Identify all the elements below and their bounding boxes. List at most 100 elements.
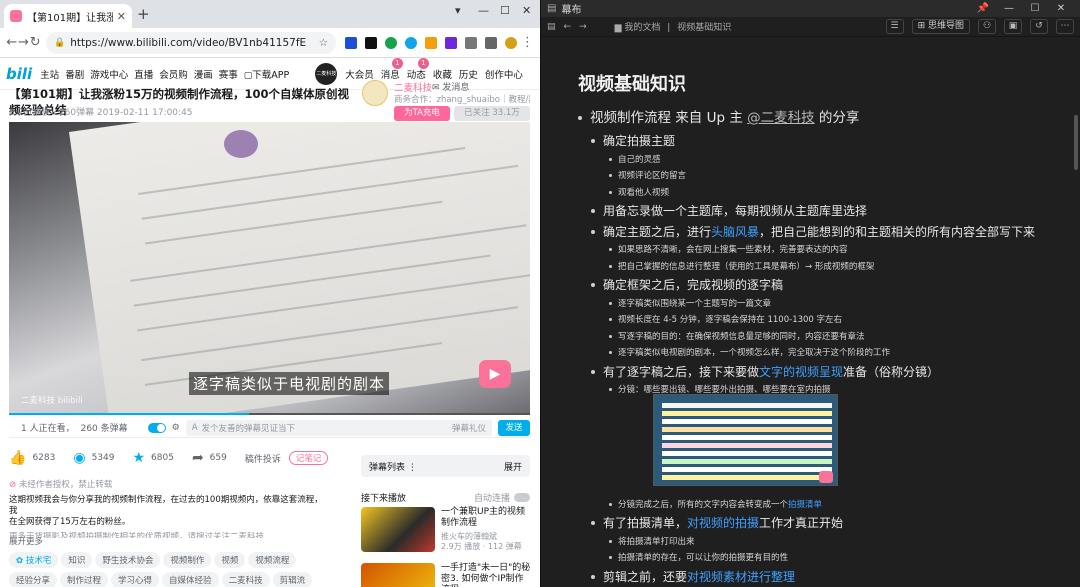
outline-item[interactable]: 用备忘录做一个主题库，每期视频从主题库里选择: [578, 202, 1068, 223]
outline-item[interactable]: 观看他人视频: [578, 186, 1068, 203]
bookmark-icon[interactable]: [485, 36, 498, 49]
favorite-button[interactable]: ★ 6805: [132, 450, 173, 466]
url-field[interactable]: 🔒 https://www.bilibili.com/video/BV1nb41…: [46, 31, 337, 54]
outline-item[interactable]: 有了拍摄清单，对视频的拍摄工作才真正开始: [578, 514, 1068, 535]
extension-icon[interactable]: [385, 36, 398, 49]
nav-game[interactable]: 游戏中心: [90, 67, 128, 81]
nav-favorites[interactable]: 收藏: [433, 67, 452, 81]
tag[interactable]: 视频: [214, 552, 246, 568]
danmaku-list-panel[interactable]: 弹幕列表 ⋮ 展开: [361, 455, 530, 477]
follow-button[interactable]: 已关注 33.1万: [454, 106, 530, 121]
danmaku-toggle[interactable]: [147, 422, 166, 433]
forward-icon[interactable]: →: [579, 22, 587, 32]
nav-dynamics[interactable]: 动态 1: [407, 57, 429, 81]
progress-bar[interactable]: [9, 413, 530, 415]
reload-icon[interactable]: ↻: [29, 35, 41, 50]
outline-link[interactable]: @二麦科技: [747, 110, 815, 126]
back-icon[interactable]: ←: [564, 22, 572, 32]
outline-link[interactable]: 拍摄清单: [788, 500, 822, 510]
coin-button[interactable]: ◉ 5349: [73, 450, 114, 466]
recommended-video[interactable]: 一手打造"未一日"的秘密3. 如何做个IP制作流程: [361, 563, 530, 587]
extension-icon[interactable]: [405, 36, 418, 49]
more-icon[interactable]: ⋯: [1056, 19, 1074, 34]
nav-creator-center[interactable]: 创作中心: [485, 67, 523, 81]
outline-item[interactable]: 写逐字稿的目的：在确保视频信息量足够的同时，内容还要有章法: [578, 330, 1068, 347]
tag[interactable]: 制作过程: [60, 572, 109, 587]
new-tab-icon[interactable]: +: [137, 5, 150, 23]
outline-link[interactable]: 对视频素材进行整理: [687, 570, 795, 584]
charge-button[interactable]: 为TA充电: [394, 106, 450, 121]
send-danmaku-button[interactable]: 发送: [498, 419, 530, 436]
nav-download-app[interactable]: ▢下载APP: [244, 67, 289, 81]
outline-link[interactable]: 头脑风暴: [711, 225, 759, 239]
outline-item[interactable]: 确定拍摄主题: [578, 132, 1068, 153]
forward-icon[interactable]: →: [18, 35, 30, 50]
bilibili-logo[interactable]: bili: [6, 65, 32, 83]
tag[interactable]: 视频制作: [163, 552, 212, 568]
minimize-icon[interactable]: —: [996, 3, 1022, 14]
back-icon[interactable]: ←: [6, 35, 18, 50]
star-icon[interactable]: ☆: [319, 37, 328, 49]
tag[interactable]: 经验分享: [9, 572, 58, 587]
breadcrumb-doc[interactable]: 视频基础知识: [677, 23, 731, 33]
tag[interactable]: 自媒体经验: [162, 572, 219, 587]
uploader-name[interactable]: 二麦科技: [394, 80, 432, 94]
danmaku-settings-icon[interactable]: ⚙: [172, 423, 180, 433]
history-icon[interactable]: ↺: [1030, 19, 1048, 34]
expand-danmaku-list[interactable]: 展开: [504, 460, 522, 473]
outline-item[interactable]: 如果思路不清晰，会在网上搜集一些素材，完善要表达的内容: [578, 243, 1068, 260]
uploader-avatar[interactable]: [362, 80, 388, 106]
mindmap-button[interactable]: ⊞ 思维导图: [911, 19, 970, 34]
extension-icon[interactable]: [425, 36, 438, 49]
more-menu-icon[interactable]: ⋮: [521, 35, 534, 50]
video-player[interactable]: 逐字稿类似于电视剧的剧本 二麦科技 bilibili ▶: [9, 122, 530, 415]
tag[interactable]: 知识: [61, 552, 93, 568]
extensions-puzzle-icon[interactable]: [465, 36, 478, 49]
close-window-icon[interactable]: ✕: [1048, 3, 1074, 14]
danmaku-input[interactable]: A 发个友善的弹幕见证当下 弹幕礼仪: [185, 419, 492, 436]
pin-icon[interactable]: 📌: [970, 3, 996, 14]
note-button[interactable]: 记笔记: [288, 451, 329, 465]
outline-item[interactable]: 拍摄清单的存在，可以让你的拍摄更有目的性: [578, 551, 1068, 568]
outline-item[interactable]: 视频制作流程 来自 Up 主 @二麦科技 的分享: [578, 108, 1068, 132]
tag[interactable]: 剪辑流: [272, 572, 313, 587]
nav-main[interactable]: 主站: [40, 67, 59, 81]
nav-history[interactable]: 历史: [459, 67, 478, 81]
outline-link[interactable]: 文字的视频呈现: [759, 365, 843, 379]
outline-item[interactable]: 视频长度在 4-5 分钟，逐字稿会保持在 1100-1300 字左右: [578, 313, 1068, 330]
nav-vip[interactable]: 大会员: [345, 67, 374, 81]
outline-item[interactable]: 逐字稿类似围绕某一个主题写的一篇文章: [578, 297, 1068, 314]
nav-bangumi[interactable]: 番剧: [65, 67, 84, 81]
report-link[interactable]: 稿件投诉: [245, 452, 281, 465]
outline-item[interactable]: 视频评论区的留言: [578, 169, 1068, 186]
outline-item[interactable]: 把自己掌握的信息进行整理（使用的工具是幕布）→ 形成视频的框架: [578, 260, 1068, 277]
outline-item[interactable]: 确定主题之后，进行头脑风暴，把自己能想到的和主题相关的所有内容全部写下来: [578, 223, 1068, 244]
recommended-video[interactable]: 一个兼职UP主的视频制作流程 推火车的薄翰斌 2.9万 播放 · 112 弹幕: [361, 507, 530, 552]
export-icon[interactable]: ▣: [1004, 19, 1022, 34]
profile-avatar-icon[interactable]: [505, 36, 518, 49]
nav-messages[interactable]: 消息 1: [381, 57, 403, 81]
outline-item[interactable]: 剪辑之前，还要对视频素材进行整理: [578, 568, 1068, 587]
minimize-icon[interactable]: —: [478, 4, 489, 17]
nav-shop[interactable]: 会员购: [159, 67, 188, 81]
outline-item[interactable]: 分镜完成之后，所有的文字内容会转变成一个拍摄清单: [578, 498, 1068, 515]
maximize-icon[interactable]: ☐: [1022, 3, 1048, 14]
maximize-icon[interactable]: ☐: [500, 4, 510, 17]
play-tv-icon[interactable]: ▶: [479, 360, 511, 388]
outline-item[interactable]: 逐字稿类似电视剧的剧本，一个视频怎么样，完全取决于这个阶段的工作: [578, 346, 1068, 363]
extension-icon[interactable]: [365, 36, 378, 49]
like-button[interactable]: 👍 6283: [9, 450, 55, 466]
tag[interactable]: ✿ 技术宅: [9, 552, 59, 568]
tag[interactable]: 野生技术协会: [95, 552, 161, 568]
share-icon[interactable]: ⚇: [978, 19, 996, 34]
browser-tab[interactable]: 【第101期】让我涨粉15万的视频制... ✕: [4, 4, 132, 28]
sidebar-toggle-icon[interactable]: ▤: [547, 22, 556, 32]
tag[interactable]: 二麦科技: [221, 572, 270, 587]
scrollbar[interactable]: [1074, 115, 1078, 170]
font-icon[interactable]: A: [192, 423, 198, 433]
close-window-icon[interactable]: ✕: [522, 4, 531, 17]
profile-dropdown-icon[interactable]: ▾: [455, 4, 461, 17]
avatar[interactable]: 二麦科技: [315, 62, 338, 85]
danmaku-etiquette-link[interactable]: 弹幕礼仪: [452, 422, 486, 434]
nav-manga[interactable]: 漫画: [194, 67, 213, 81]
